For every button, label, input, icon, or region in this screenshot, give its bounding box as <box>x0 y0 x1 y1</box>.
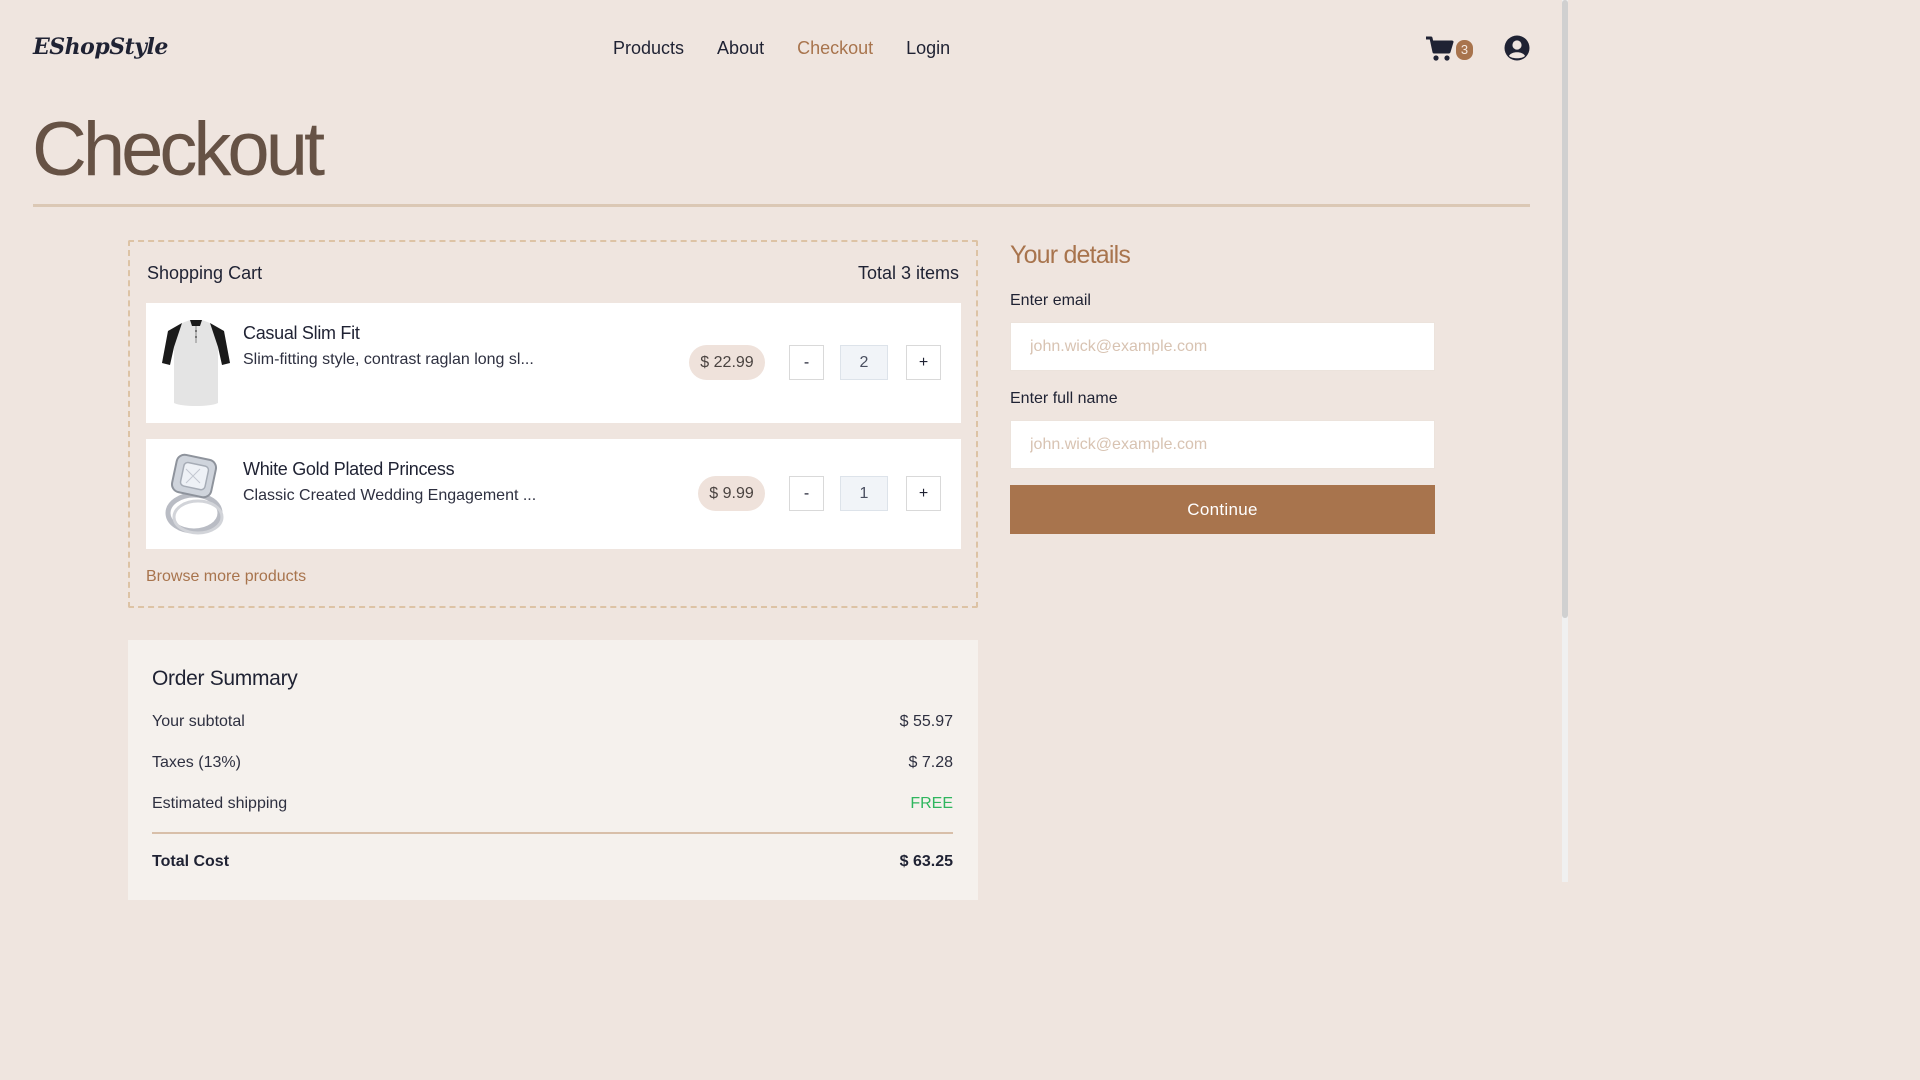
item-name[interactable]: White Gold Plated Princess <box>243 459 455 480</box>
item-description: Slim-fitting style, contrast raglan long… <box>243 351 534 368</box>
user-account-button[interactable] <box>1504 35 1530 61</box>
item-price: $ 9.99 <box>698 476 765 511</box>
nav-link-checkout[interactable]: Checkout <box>797 38 873 59</box>
total-value: $ 63.25 <box>899 853 953 870</box>
details-title: Your details <box>1010 241 1131 269</box>
email-field[interactable] <box>1010 322 1435 371</box>
order-summary-panel: Order Summary Your subtotal $ 55.97 Taxe… <box>128 640 978 900</box>
title-divider <box>33 204 1530 207</box>
subtotal-row: Your subtotal $ 55.97 <box>152 713 953 731</box>
nav-link-about[interactable]: About <box>717 38 764 59</box>
taxes-value: $ 7.28 <box>908 754 953 771</box>
decrease-quantity-button[interactable]: - <box>789 345 824 380</box>
full-name-label: Enter full name <box>1010 390 1118 407</box>
page-title: Checkout <box>32 107 325 192</box>
continue-button[interactable]: Continue <box>1010 485 1435 534</box>
nav-link-products[interactable]: Products <box>613 38 684 59</box>
cart-item: Casual Slim Fit Slim-fitting style, cont… <box>146 303 961 423</box>
item-description: Classic Created Wedding Engagement ... <box>243 487 537 504</box>
item-name[interactable]: Casual Slim Fit <box>243 323 360 344</box>
ring-product-image <box>165 453 224 535</box>
full-name-field[interactable] <box>1010 420 1435 469</box>
order-summary-title: Order Summary <box>152 667 298 690</box>
increase-quantity-button[interactable]: + <box>906 476 941 511</box>
user-circle-icon <box>1504 35 1530 61</box>
nav-links: Products About Checkout Login <box>613 38 983 59</box>
total-row: Total Cost $ 63.25 <box>152 853 953 871</box>
decrease-quantity-button[interactable]: - <box>789 476 824 511</box>
cart-title: Shopping Cart <box>147 263 263 283</box>
cart-icon <box>1426 36 1454 61</box>
cart-total-items: Total 3 items <box>857 263 959 283</box>
shirt-product-image <box>162 320 230 406</box>
shipping-value: FREE <box>910 795 953 812</box>
email-label: Enter email <box>1010 292 1091 309</box>
cart-count-badge: 3 <box>1456 40 1473 60</box>
cart-button[interactable]: 3 <box>1425 36 1475 62</box>
cart-item: White Gold Plated Princess Classic Creat… <box>146 439 961 549</box>
subtotal-value: $ 55.97 <box>899 713 953 730</box>
taxes-label: Taxes (13%) <box>152 754 241 771</box>
total-label: Total Cost <box>152 853 230 870</box>
summary-divider <box>152 832 953 834</box>
subtotal-label: Your subtotal <box>152 713 245 730</box>
quantity-value[interactable]: 1 <box>840 476 888 511</box>
browse-more-link[interactable]: Browse more products <box>146 568 306 586</box>
nav-link-login[interactable]: Login <box>906 38 950 59</box>
navbar: EShopStyle Products About Checkout Login… <box>0 0 1562 98</box>
taxes-row: Taxes (13%) $ 7.28 <box>152 754 953 772</box>
shipping-label: Estimated shipping <box>152 795 288 812</box>
item-price: $ 22.99 <box>689 345 765 380</box>
increase-quantity-button[interactable]: + <box>906 345 941 380</box>
scrollbar-thumb[interactable] <box>1562 0 1568 618</box>
shopping-cart-panel: Shopping Cart Total 3 items Casual Slim … <box>128 240 978 608</box>
quantity-value[interactable]: 2 <box>840 345 888 380</box>
shipping-row: Estimated shipping FREE <box>152 795 953 813</box>
logo[interactable]: EShopStyle <box>33 34 168 60</box>
